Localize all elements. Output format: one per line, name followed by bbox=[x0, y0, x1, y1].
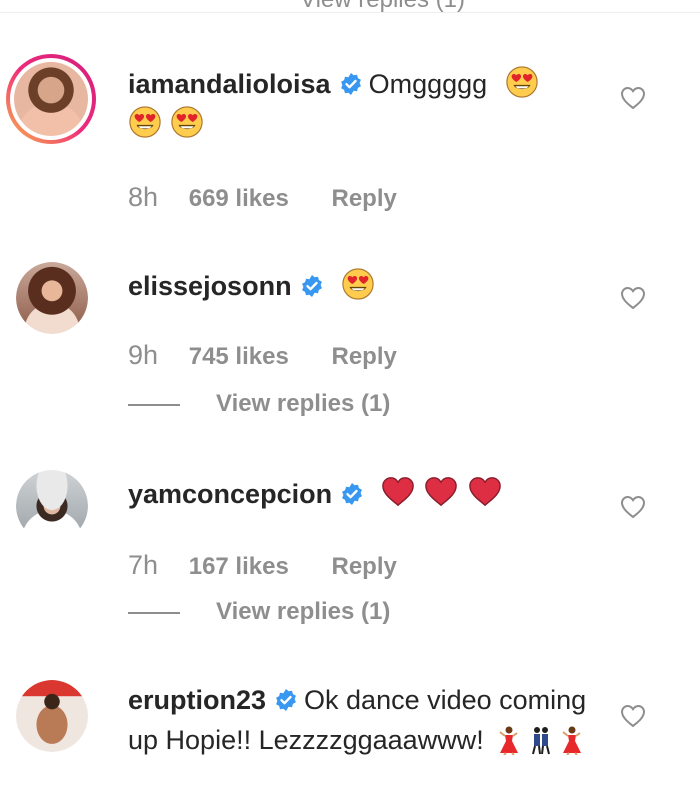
username[interactable]: yamconcepcion bbox=[128, 479, 332, 509]
timestamp[interactable]: 8h bbox=[128, 182, 158, 212]
heart-eyes-emoji-icon bbox=[505, 65, 539, 99]
like-heart-icon[interactable] bbox=[620, 86, 646, 110]
verified-badge-icon bbox=[274, 688, 298, 712]
like-heart-icon[interactable] bbox=[620, 704, 646, 728]
username[interactable]: elissejosonn bbox=[128, 271, 292, 301]
avatar-image bbox=[16, 470, 88, 542]
view-replies-button[interactable]: View replies (1) bbox=[128, 598, 390, 626]
likes-count[interactable]: 669 likes bbox=[189, 185, 289, 212]
view-replies-label: View replies (1) bbox=[216, 390, 391, 417]
like-heart-icon[interactable] bbox=[620, 286, 646, 310]
comment-meta: 9h 745 likes Reply bbox=[128, 340, 397, 371]
avatar[interactable] bbox=[16, 680, 88, 752]
comment-meta: 7h 167 likes Reply bbox=[128, 550, 397, 581]
previous-content-fragment: View replies (1) bbox=[0, 0, 700, 13]
comment-body: eruption23 Ok dance video coming up Hopie… bbox=[128, 680, 598, 760]
avatar-image bbox=[14, 62, 88, 136]
like-heart-icon[interactable] bbox=[620, 495, 646, 519]
red-heart-emoji-icon bbox=[467, 475, 503, 509]
reply-button[interactable]: Reply bbox=[331, 185, 396, 212]
comment-body: yamconcepcion bbox=[128, 474, 598, 514]
avatar-image bbox=[16, 262, 88, 334]
heart-eyes-emoji-icon bbox=[170, 105, 204, 139]
red-heart-emoji-icon bbox=[423, 475, 459, 509]
likes-count[interactable]: 167 likes bbox=[189, 553, 289, 580]
view-replies-button[interactable]: View replies (1) bbox=[128, 390, 390, 418]
avatar[interactable] bbox=[6, 54, 96, 144]
verified-badge-icon bbox=[339, 72, 363, 96]
divider-line bbox=[128, 403, 180, 406]
heart-eyes-emoji-icon bbox=[341, 267, 375, 301]
red-heart-emoji-icon bbox=[380, 475, 416, 509]
comment-meta: 8h 669 likes Reply bbox=[128, 182, 397, 213]
dancer-emoji-icon bbox=[560, 725, 584, 755]
reply-button[interactable]: Reply bbox=[331, 343, 396, 370]
avatar-image bbox=[16, 680, 88, 752]
dancer-emoji-icon bbox=[497, 725, 521, 755]
men-dancing-emoji-icon bbox=[529, 725, 553, 755]
verified-badge-icon bbox=[300, 274, 324, 298]
avatar[interactable] bbox=[16, 262, 88, 334]
likes-count[interactable]: 745 likes bbox=[189, 343, 289, 370]
reply-button[interactable]: Reply bbox=[331, 553, 396, 580]
avatar[interactable] bbox=[16, 470, 88, 542]
cut-off-text: View replies (1) bbox=[300, 0, 465, 12]
comment-text: Omggggg bbox=[368, 69, 488, 99]
comment-body: elissejosonn bbox=[128, 266, 598, 306]
verified-badge-icon bbox=[340, 482, 364, 506]
timestamp[interactable]: 7h bbox=[128, 550, 158, 580]
divider-line bbox=[128, 611, 180, 614]
username[interactable]: eruption23 bbox=[128, 685, 266, 715]
heart-eyes-emoji-icon bbox=[128, 105, 162, 139]
comment-body: iamandalioloisa Omggggg bbox=[128, 64, 598, 144]
story-ring bbox=[10, 58, 92, 140]
username[interactable]: iamandalioloisa bbox=[128, 69, 331, 99]
view-replies-label: View replies (1) bbox=[216, 598, 391, 625]
timestamp[interactable]: 9h bbox=[128, 340, 158, 370]
